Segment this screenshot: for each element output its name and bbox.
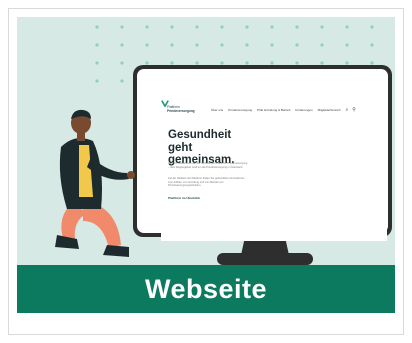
website-intro-text: Herzlich willkommen auf der Website der …	[168, 162, 248, 169]
banner-title: Webseite	[144, 273, 268, 304]
website-illustration: Plattform Primärversorgung Über uns Prim…	[17, 17, 395, 265]
nav-item-primaerversorgung[interactable]: Primärversorgung	[228, 108, 252, 112]
nav-item-gruendung[interactable]: PVE Gründung & Betrieb	[257, 108, 290, 112]
nav-item-ueber-uns[interactable]: Über uns	[211, 108, 223, 112]
website-preview: Plattform Primärversorgung Über uns Prim…	[161, 99, 387, 241]
person-hand-icon	[127, 171, 135, 179]
website-info-text: Auf der Website der Plattform finden Sie…	[168, 177, 245, 188]
website-nav-icons: ⌕ ⚲	[345, 107, 355, 113]
search-icon[interactable]: ⌕	[345, 107, 348, 113]
logo-icon	[161, 100, 169, 107]
website-cta-link[interactable]: Plattform im Überblick	[168, 196, 200, 200]
monitor-base	[217, 253, 313, 265]
user-icon[interactable]: ⚲	[352, 107, 356, 113]
nav-item-mitgliederbereich[interactable]: Mitgliederbereich	[318, 108, 341, 112]
shoe-icon	[103, 245, 129, 257]
title-banner: Webseite	[17, 265, 395, 313]
logo-line-2: Primärversorgung	[167, 109, 195, 113]
website-nav: Plattform Primärversorgung Über uns Prim…	[161, 99, 387, 121]
website-headline: Gesundheit geht gemeinsam.	[168, 129, 235, 166]
website-logo-text: Plattform Primärversorgung	[167, 106, 201, 113]
nav-item-foerderungen[interactable]: Förderungen	[295, 108, 312, 112]
person-illustration	[55, 109, 135, 257]
website-menu: Über uns Primärversorgung PVE Gründung &…	[211, 108, 340, 112]
shoe-icon	[55, 235, 79, 249]
